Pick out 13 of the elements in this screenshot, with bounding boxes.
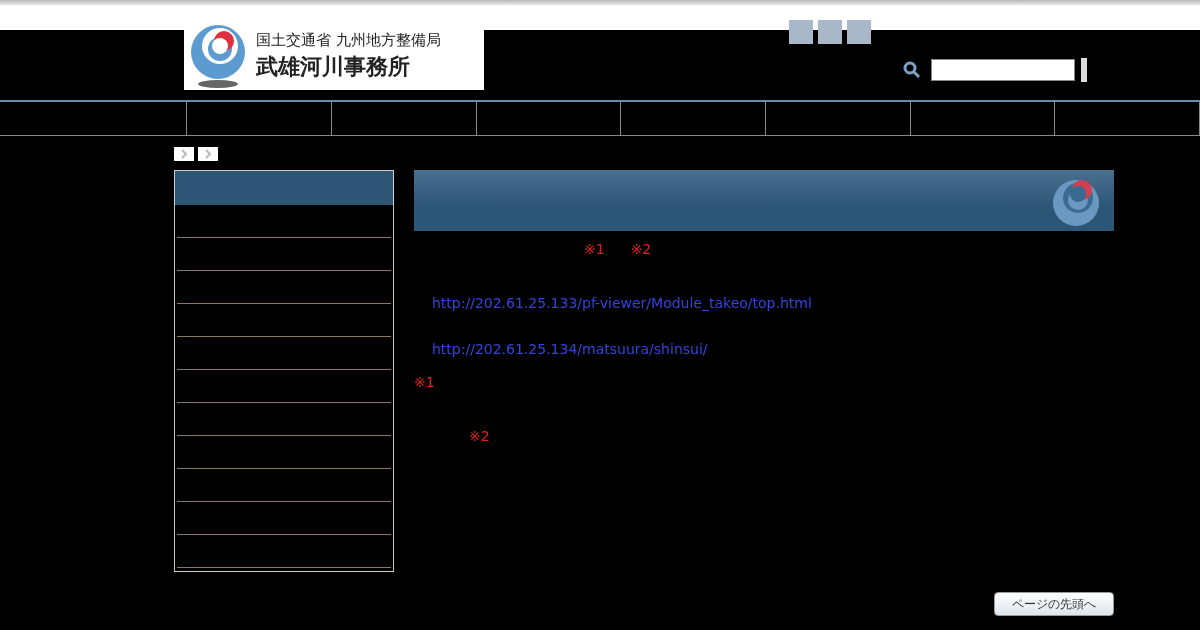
page-top-button[interactable]: ページの先頭へ: [994, 592, 1114, 616]
note-mark: ※2: [630, 241, 652, 259]
chevron-icon: [198, 147, 218, 161]
search-icon: [903, 61, 921, 79]
office-logo[interactable]: 国土交通省 九州地方整備局 武雄河川事務所: [184, 22, 484, 90]
chevron-icon: [174, 147, 194, 161]
wave-logo-icon: [188, 24, 248, 88]
ministry-name: 国土交通省 九州地方整備局: [256, 30, 441, 50]
note-mark: ※2: [469, 428, 490, 444]
search-field[interactable]: [931, 59, 1075, 81]
office-name: 武雄河川事務所: [256, 52, 411, 81]
note-mark: ※1: [584, 241, 605, 259]
note-mark: ※1: [414, 374, 435, 390]
